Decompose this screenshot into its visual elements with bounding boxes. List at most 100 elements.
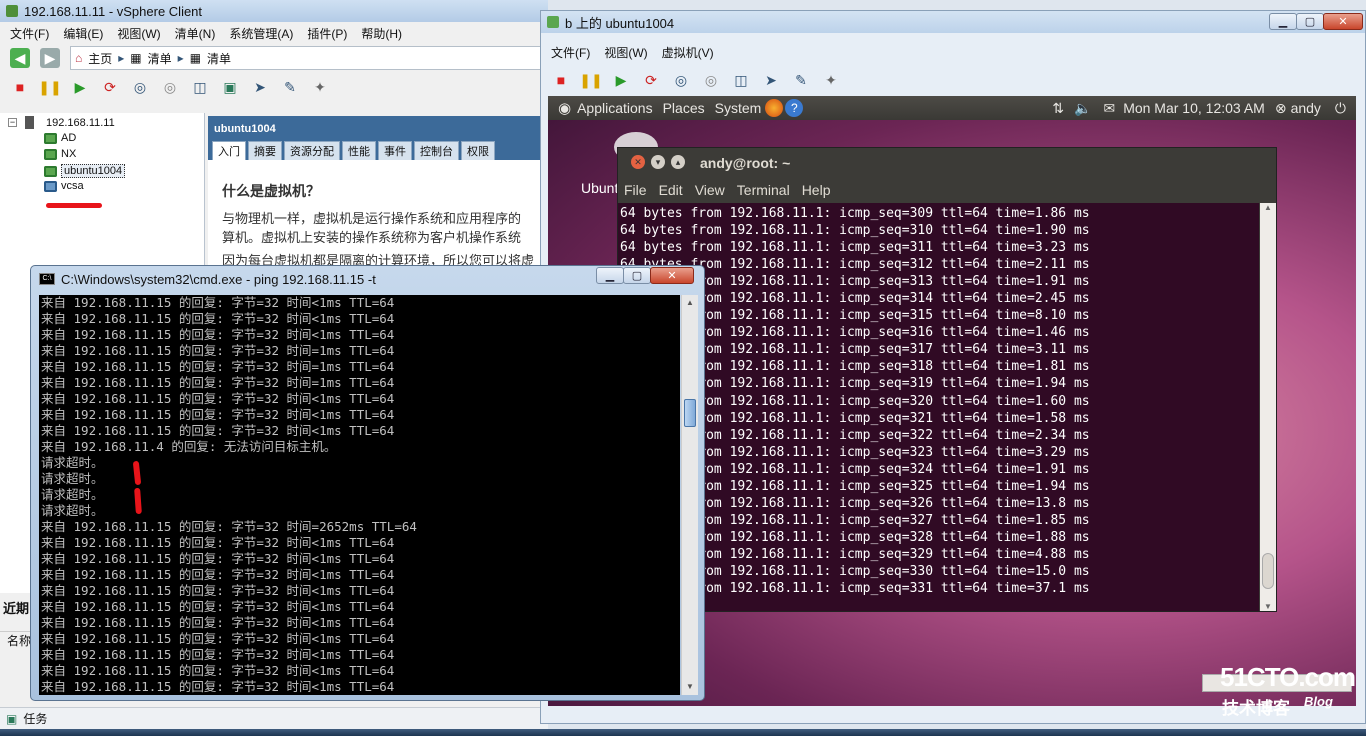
network-icon[interactable]: ⇅ [1052,100,1064,117]
terminal-menu-edit[interactable]: Edit [659,182,683,198]
menu-help[interactable]: 帮助(H) [361,25,402,42]
terminal-scrollbar[interactable]: ▲ ▼ [1260,203,1276,611]
snapshot-icon[interactable]: ◎ [671,70,691,90]
settings-icon[interactable]: ✎ [280,77,300,97]
home-icon[interactable]: ⌂ [75,51,82,65]
tab-performance[interactable]: 性能 [342,141,376,160]
menu-admin[interactable]: 系统管理(A) [229,25,293,42]
tree-vm-ubuntu1004[interactable]: ubuntu1004 [44,164,126,178]
tab-events[interactable]: 事件 [378,141,412,160]
scroll-up-icon[interactable]: ▲ [1260,203,1276,212]
close-button[interactable]: ✕ [631,155,645,169]
panel-user[interactable]: andy [1291,100,1321,116]
maximize-button[interactable]: ▢ [1296,13,1324,30]
manager-icon[interactable]: ◫ [731,70,751,90]
menu-places[interactable]: Places [663,100,705,116]
close-button[interactable]: ✕ [650,267,694,284]
panel-clock[interactable]: Mon Mar 10, 12:03 AM [1123,100,1265,116]
menu-vm[interactable]: 虚拟机(V) [662,44,714,61]
tab-getting-started[interactable]: 入门 [212,141,246,160]
vsphere-titlebar[interactable]: 192.168.11.11 - vSphere Client [0,0,548,22]
breadcrumb-inventory1[interactable]: 清单 [148,50,172,67]
back-icon[interactable]: ◀ [10,48,30,68]
console-icon[interactable]: ▣ [220,77,240,97]
pause-icon[interactable]: ❚❚ [38,77,61,97]
terminal-line: 64 bytes from 192.168.11.1: icmp_seq=309… [620,206,1090,221]
scroll-thumb[interactable] [684,399,696,427]
menu-system[interactable]: System [715,100,762,116]
scroll-thumb[interactable] [1262,553,1274,589]
terminal-menu-help[interactable]: Help [802,182,831,198]
cmd-line: 来自 192.168.11.15 的回复: 字节=32 时间<1ms TTL=6… [41,614,395,630]
volume-icon[interactable]: 🔈 [1074,100,1091,117]
tab-resource[interactable]: 资源分配 [284,141,340,160]
red-underline-annotation [46,203,102,208]
vm-label: AD [61,132,77,144]
menu-view[interactable]: 视图(W) [604,44,647,61]
breadcrumb-home[interactable]: 主页 [88,50,112,67]
tree-vm-nx[interactable]: NX [44,148,76,160]
cmd-scrollbar[interactable]: ▲ ▼ [681,295,698,695]
stop-icon[interactable]: ■ [551,70,571,90]
menu-view[interactable]: 视图(W) [117,25,160,42]
minimize-button[interactable]: ▁ [1269,13,1297,30]
scroll-down-icon[interactable]: ▼ [682,679,698,695]
revert-icon[interactable]: ◎ [160,77,180,97]
summary-vm-name: ubuntu1004 [214,123,276,135]
terminal-line: 64 bytes from 192.168.11.1: icmp_seq=326… [620,495,1090,511]
menu-plugins[interactable]: 插件(P) [307,25,347,42]
mail-icon[interactable]: ✉ [1103,100,1115,117]
menu-applications[interactable]: Applications [577,100,653,116]
tab-summary[interactable]: 摘要 [248,141,282,160]
breadcrumb-inventory2[interactable]: 清单 [207,50,231,67]
manager-icon[interactable]: ◫ [190,77,210,97]
firefox-icon[interactable] [765,99,784,117]
minimize-button[interactable]: ▁ [596,267,624,284]
tasks-label[interactable]: 任务 [23,710,47,727]
summary-header: ubuntu1004 [208,116,548,142]
migrate-icon[interactable]: ➤ [250,77,270,97]
forward-icon[interactable]: ▶ [40,48,60,68]
power-icon[interactable]: ⏻ [1335,100,1346,117]
collapse-icon[interactable]: − [8,118,17,127]
terminal-menu-terminal[interactable]: Terminal [737,182,790,198]
terminal-line: 64 bytes from 192.168.11.1: icmp_seq=313… [620,274,1090,290]
tab-console[interactable]: 控制台 [414,141,459,160]
snapshot-icon[interactable]: ◎ [130,77,150,97]
menu-edit[interactable]: 编辑(E) [63,25,103,42]
tree-vm-vcsa[interactable]: vcsa [44,180,84,192]
tree-host[interactable]: − 192.168.11.11 [8,116,115,129]
vsphere-nav-bar: ◀ ▶ ⌂ 主页 ▸ ▦ 清单 ▸ ▦ 清单 [0,44,548,72]
terminal-output[interactable]: 64 bytes from 192.168.11.1: icmp_seq=309… [618,203,1259,611]
tools-icon[interactable]: ✦ [310,77,330,97]
tools-icon[interactable]: ✦ [821,70,841,90]
ubuntu-logo-icon[interactable]: ◉ [558,99,571,117]
maximize-button[interactable]: ▴ [671,155,685,169]
play-icon[interactable]: ▶ [70,77,90,97]
vm-console-titlebar[interactable]: b 上的 ubuntu1004 [541,11,1365,33]
scroll-up-icon[interactable]: ▲ [682,295,698,311]
migrate-icon[interactable]: ➤ [761,70,781,90]
maximize-button[interactable]: ▢ [623,267,651,284]
tab-permissions[interactable]: 权限 [461,141,495,160]
menu-file[interactable]: 文件(F) [551,44,590,61]
menu-file[interactable]: 文件(F) [10,25,49,42]
reset-icon[interactable]: ⟳ [100,77,120,97]
scroll-down-icon[interactable]: ▼ [1260,602,1276,611]
settings-icon[interactable]: ✎ [791,70,811,90]
terminal-title[interactable]: andy@root: ~ [618,148,1276,178]
tree-vm-ad[interactable]: AD [44,132,76,144]
help-icon[interactable]: ? [785,99,804,117]
stop-icon[interactable]: ■ [10,77,30,97]
revert-icon[interactable]: ◎ [701,70,721,90]
minimize-button[interactable]: ▾ [651,155,665,169]
windows-taskbar [0,729,1366,736]
summary-content: 什么是虚拟机？ 与物理机一样，虚拟机是运行操作系统和应用程序的 算机。虚拟机上安… [208,160,540,270]
play-icon[interactable]: ▶ [611,70,631,90]
close-button[interactable]: ✕ [1323,13,1363,30]
terminal-menu-file[interactable]: File [624,182,647,198]
terminal-menu-view[interactable]: View [695,182,725,198]
reset-icon[interactable]: ⟳ [641,70,661,90]
menu-inventory[interactable]: 清单(N) [175,25,216,42]
pause-icon[interactable]: ❚❚ [579,70,602,90]
